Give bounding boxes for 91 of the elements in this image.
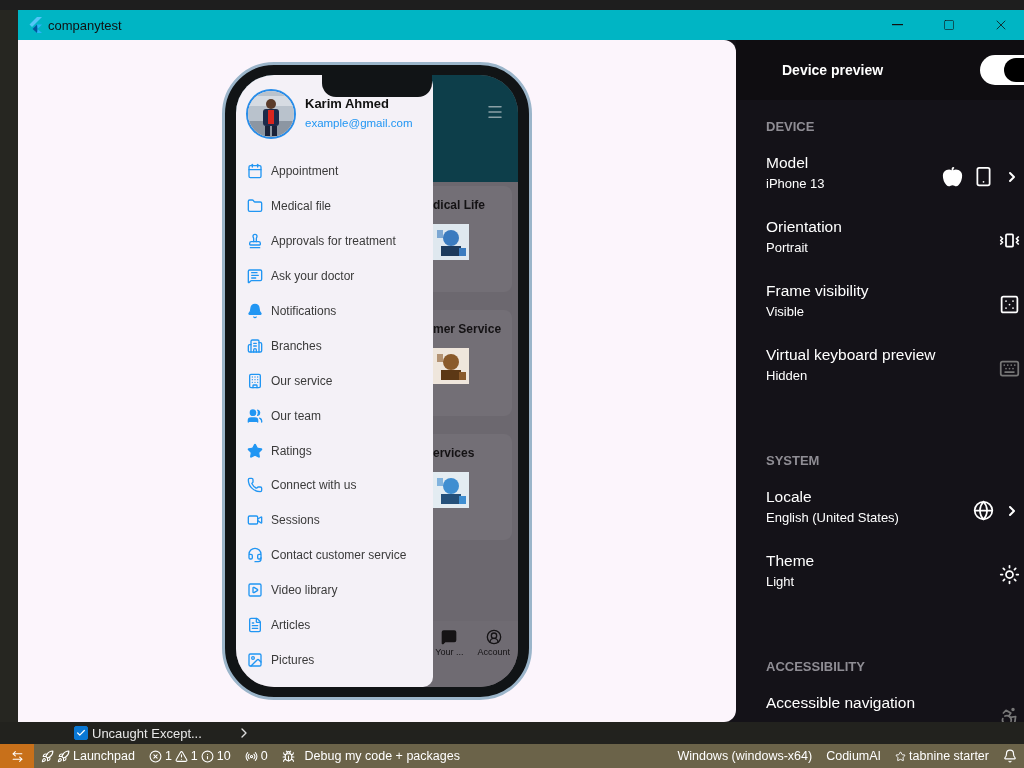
minimize-icon (891, 24, 903, 26)
globe-icon (973, 500, 994, 521)
flutter-logo-icon (28, 17, 42, 33)
remote-icon (10, 749, 24, 763)
setting-label: Theme (766, 552, 815, 570)
keyboard-icon (999, 358, 1020, 379)
bell-icon (1003, 749, 1017, 763)
user-name: Karim Ahmed (305, 96, 391, 111)
drawer-item[interactable]: Ask your doctor (236, 258, 433, 294)
info-icon (200, 749, 214, 763)
setting-value: iPhone 13 (766, 176, 825, 191)
drawer-item[interactable]: Sessions (236, 502, 433, 538)
setting-value: Visible (766, 304, 806, 319)
drawer-item[interactable]: Branches (236, 328, 433, 364)
stamp-icon (247, 233, 263, 250)
user-email: example@gmail.com (305, 117, 413, 129)
card-title: dical Life (433, 198, 486, 212)
card-title: ervices (433, 446, 476, 460)
setting-label: Locale (766, 488, 813, 506)
section-heading: SYSTEM (766, 452, 821, 470)
platform-item[interactable]: Windows (windows-x64) (670, 744, 820, 768)
setting-label: Accessible navigation (766, 694, 916, 712)
remote-button[interactable] (0, 744, 34, 768)
drawer-item[interactable]: Pictures (236, 642, 433, 678)
drawer-item[interactable]: Our service (236, 363, 433, 399)
drawer-item[interactable]: Notifications (236, 293, 433, 329)
smartphone-icon (973, 166, 994, 187)
panel-title: Device preview (782, 62, 884, 78)
chat-icon (247, 268, 263, 285)
brightness-icon (999, 564, 1020, 585)
nav-item[interactable]: Your ... (435, 629, 464, 667)
rocket-icon (41, 749, 54, 763)
setting-label: Orientation (766, 218, 842, 236)
window-title: companytest (48, 17, 123, 33)
section-heading: DEVICE (766, 118, 816, 136)
menu-icon[interactable] (486, 103, 504, 121)
video-icon (247, 582, 263, 599)
debug-item[interactable]: Debug my code + packages (274, 744, 467, 768)
preview-toggle[interactable] (980, 55, 1024, 85)
bug-icon (281, 749, 295, 763)
bell-icon (247, 303, 263, 319)
drawer-item[interactable]: Ratings (236, 433, 433, 468)
drawer-item[interactable]: Our team (236, 398, 433, 434)
setting-label: Frame visibility (766, 282, 869, 300)
setting-label: Model (766, 154, 810, 172)
exception-checkbox[interactable]: Uncaught Except... (74, 725, 202, 741)
drawer-item[interactable]: Medical file (236, 188, 433, 224)
account-icon (485, 629, 502, 645)
antenna-icon (244, 749, 258, 763)
document-icon (247, 617, 263, 633)
error-icon (148, 749, 162, 763)
star-icon (247, 442, 263, 459)
star-icon (895, 750, 907, 762)
setting-value: Light (766, 574, 796, 589)
headset-icon (247, 547, 263, 564)
buildings-icon (247, 337, 263, 354)
frame-icon (999, 294, 1020, 315)
warning-icon (174, 749, 188, 763)
tabnine-item[interactable]: tabnine starter (888, 744, 996, 768)
setting-row[interactable]: Frame visibility Visible (766, 282, 1024, 346)
maximize-icon (943, 19, 955, 31)
setting-value: Portrait (766, 240, 809, 255)
ports-item[interactable]: 0 (237, 744, 275, 768)
apple-icon (942, 166, 963, 187)
folder-icon (247, 198, 263, 215)
setting-row[interactable]: Locale English (United States) (766, 488, 1024, 552)
card-title: mer Service (433, 322, 503, 336)
chat-icon (441, 629, 458, 645)
nav-item[interactable]: Account (477, 629, 510, 667)
setting-row[interactable]: Theme Light (766, 552, 1024, 616)
drawer-item[interactable]: Approvals for treatment (236, 223, 433, 259)
drawer-item[interactable]: Video library (236, 572, 433, 608)
phone-icon (247, 477, 263, 494)
setting-label: Virtual keyboard preview (766, 346, 936, 364)
setting-value: Hidden (766, 368, 809, 383)
rocket-icon (57, 749, 70, 763)
codium-item[interactable]: CodiumAI (819, 744, 889, 768)
launchpad-item[interactable]: Launchpad (34, 744, 142, 768)
calendar-icon (247, 163, 263, 180)
people-icon (247, 407, 263, 424)
drawer-item[interactable]: Appointment (236, 154, 433, 189)
drawer-item[interactable]: Contact customer service (236, 537, 433, 573)
setting-row[interactable]: Model iPhone 13 (766, 154, 1024, 218)
image-icon (247, 651, 263, 668)
setting-row[interactable]: Orientation Portrait (766, 218, 1024, 282)
building-icon (247, 372, 263, 389)
setting-value: English (United States) (766, 510, 899, 525)
problems-item[interactable]: 1 1 10 (141, 744, 238, 768)
drawer-item[interactable]: Connect with us (236, 468, 433, 503)
section-heading: ACCESSIBILITY (766, 658, 866, 676)
drawer-item[interactable]: Articles (236, 607, 433, 643)
